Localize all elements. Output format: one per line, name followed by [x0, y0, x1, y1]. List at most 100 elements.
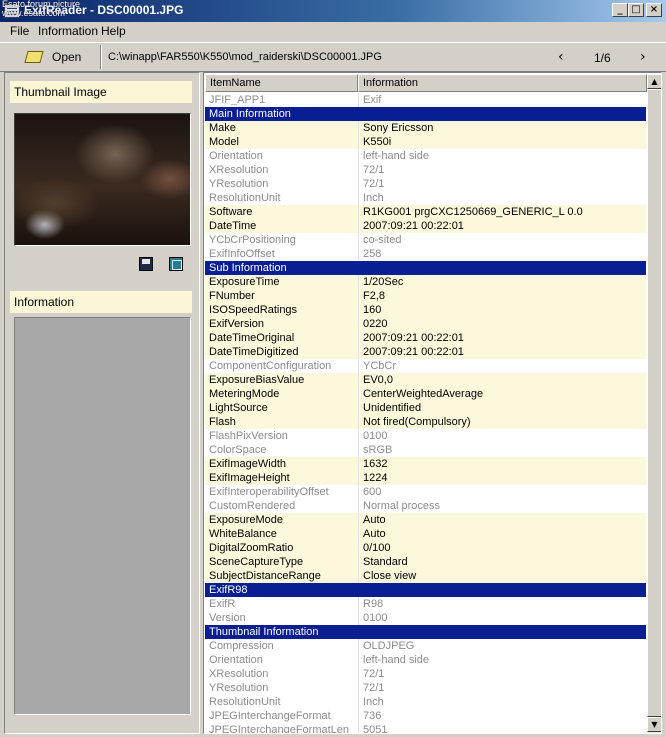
- item-name-cell: DateTimeDigitized: [209, 346, 299, 358]
- table-row[interactable]: ExifInteroperabilityOffset 600: [205, 485, 646, 499]
- menu-information[interactable]: Information: [38, 24, 98, 38]
- table-row[interactable]: ExifImageHeight 1224: [205, 471, 646, 485]
- table-row[interactable]: Compression OLDJPEG: [205, 639, 646, 653]
- column-divider: [358, 667, 359, 681]
- table-row[interactable]: SubjectDistanceRange Close view: [205, 569, 646, 583]
- column-divider: [358, 373, 359, 387]
- item-name-cell: YCbCrPositioning: [209, 234, 296, 246]
- information-cell: 0/100: [363, 542, 391, 554]
- table-row[interactable]: ExifImageWidth 1632: [205, 457, 646, 471]
- column-divider: [358, 205, 359, 219]
- table-row[interactable]: FNumber F2,8: [205, 289, 646, 303]
- table-row[interactable]: ExifVersion 0220: [205, 317, 646, 331]
- table-row[interactable]: ColorSpace sRGB: [205, 443, 646, 457]
- table-row[interactable]: Model K550i: [205, 135, 646, 149]
- column-divider: [358, 219, 359, 233]
- table-row[interactable]: JPEGInterchangeFormat 736: [205, 709, 646, 723]
- copy-thumbnail-icon[interactable]: [169, 257, 183, 271]
- item-name-cell: ExifInfoOffset: [209, 248, 275, 260]
- table-row[interactable]: LightSource Unidentified: [205, 401, 646, 415]
- table-row[interactable]: ComponentConfiguration YCbCr: [205, 359, 646, 373]
- column-divider: [358, 611, 359, 625]
- column-divider: [358, 457, 359, 471]
- maximize-button[interactable]: □: [628, 3, 644, 17]
- information-cell: Not fired(Compulsory): [363, 416, 471, 428]
- scroll-thumb[interactable]: [647, 89, 661, 717]
- menu-help[interactable]: Help: [101, 24, 126, 38]
- table-row[interactable]: ExifR R98: [205, 597, 646, 611]
- save-thumbnail-icon[interactable]: [139, 257, 153, 271]
- table-row[interactable]: ResolutionUnit Inch: [205, 695, 646, 709]
- column-divider: [358, 303, 359, 317]
- item-name-cell: MeteringMode: [209, 388, 280, 400]
- table-row[interactable]: Flash Not fired(Compulsory): [205, 415, 646, 429]
- information-cell: 72/1: [363, 668, 385, 680]
- item-name-cell: XResolution: [209, 164, 269, 176]
- table-row[interactable]: JFIF_APP1 Exif: [205, 93, 646, 107]
- table-row[interactable]: FlashPixVersion 0100: [205, 429, 646, 443]
- table-row[interactable]: DateTimeDigitized 2007:09:21 00:22:01: [205, 345, 646, 359]
- table-row[interactable]: YResolution 72/1: [205, 681, 646, 695]
- item-name-cell: SceneCaptureType: [209, 556, 304, 568]
- item-name-cell: YResolution: [209, 178, 269, 190]
- minimize-button[interactable]: _: [612, 3, 628, 17]
- item-name-cell: SubjectDistanceRange: [209, 570, 321, 582]
- column-header-itemname[interactable]: ItemName: [205, 74, 358, 92]
- table-row[interactable]: WhiteBalance Auto: [205, 527, 646, 541]
- information-cell: 600: [363, 486, 382, 498]
- column-divider: [358, 331, 359, 345]
- section-header-row[interactable]: Thumbnail Information: [205, 625, 646, 639]
- table-row[interactable]: DateTime 2007:09:21 00:22:01: [205, 219, 646, 233]
- table-row[interactable]: XResolution 72/1: [205, 667, 646, 681]
- thumbnail-photo: [15, 114, 190, 245]
- column-divider: [358, 121, 359, 135]
- table-row[interactable]: XResolution 72/1: [205, 163, 646, 177]
- information-cell: co-sited: [363, 234, 402, 246]
- item-name-cell: Version: [209, 612, 246, 624]
- table-row[interactable]: MeteringMode CenterWeightedAverage: [205, 387, 646, 401]
- item-name-cell: JFIF_APP1: [209, 94, 266, 106]
- column-header-information[interactable]: Information: [358, 74, 647, 92]
- table-row[interactable]: DateTimeOriginal 2007:09:21 00:22:01: [205, 331, 646, 345]
- vertical-scrollbar[interactable]: ▲ ▼: [647, 74, 661, 733]
- item-name-cell: ExifImageWidth: [209, 458, 287, 470]
- table-row[interactable]: Orientation left-hand side: [205, 653, 646, 667]
- table-row[interactable]: Orientation left-hand side: [205, 149, 646, 163]
- column-divider: [358, 499, 359, 513]
- information-cell: YCbCr: [363, 360, 397, 372]
- table-row[interactable]: ISOSpeedRatings 160: [205, 303, 646, 317]
- exif-table: ItemName Information JFIF_APP1 Exif Main I…: [203, 72, 662, 734]
- item-name-cell: XResolution: [209, 668, 269, 680]
- information-cell: 5051: [363, 724, 388, 734]
- table-row[interactable]: DigitalZoomRatio 0/100: [205, 541, 646, 555]
- menu-file[interactable]: File: [10, 24, 29, 38]
- item-name-cell: ExposureMode: [209, 514, 283, 526]
- scroll-up-arrow-icon[interactable]: ▲: [647, 74, 661, 89]
- table-row[interactable]: Version 0100: [205, 611, 646, 625]
- toolbar: Open C:\winapp\FAR550\K550\mod_raiderski…: [0, 42, 666, 72]
- section-header-row[interactable]: Sub Information: [205, 261, 646, 275]
- open-button[interactable]: Open: [4, 46, 96, 70]
- table-row[interactable]: JPEGInterchangeFormatLen 5051: [205, 723, 646, 734]
- section-header-row[interactable]: Main Information: [205, 107, 646, 121]
- next-image-button[interactable]: ›: [640, 49, 646, 65]
- table-row[interactable]: SceneCaptureType Standard: [205, 555, 646, 569]
- table-row[interactable]: ExifInfoOffset 258: [205, 247, 646, 261]
- scroll-down-arrow-icon[interactable]: ▼: [647, 717, 661, 732]
- section-header-row[interactable]: ExifR98: [205, 583, 646, 597]
- table-row[interactable]: YResolution 72/1: [205, 177, 646, 191]
- table-row[interactable]: CustomRendered Normal process: [205, 499, 646, 513]
- table-row[interactable]: Make Sony Ericsson: [205, 121, 646, 135]
- close-button[interactable]: ×: [646, 3, 662, 17]
- column-divider: [358, 723, 359, 733]
- information-cell: EV0,0: [363, 374, 393, 386]
- left-panel: Thumbnail Image Information: [4, 72, 200, 734]
- previous-image-button[interactable]: ‹: [558, 49, 564, 65]
- table-row[interactable]: ResolutionUnit Inch: [205, 191, 646, 205]
- table-row[interactable]: YCbCrPositioning co-sited: [205, 233, 646, 247]
- section-title: Thumbnail Information: [209, 626, 319, 638]
- table-row[interactable]: ExposureTime 1/20Sec: [205, 275, 646, 289]
- table-row[interactable]: ExposureBiasValue EV0,0: [205, 373, 646, 387]
- table-row[interactable]: ExposureMode Auto: [205, 513, 646, 527]
- table-row[interactable]: Software R1KG001 prgCXC1250669_GENERIC_L …: [205, 205, 646, 219]
